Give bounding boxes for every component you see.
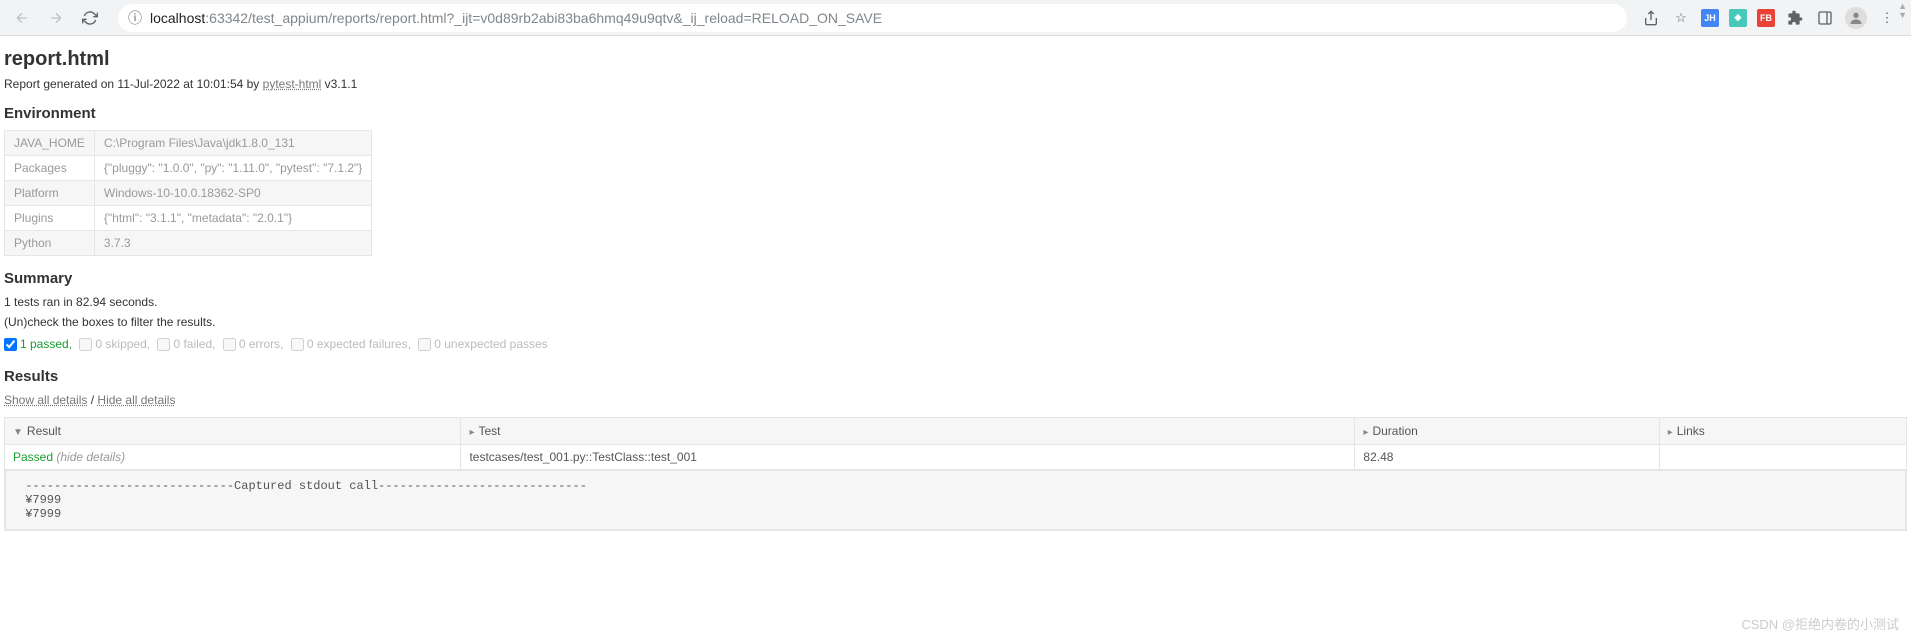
filter-failed: 0 failed, [157,337,215,351]
col-links-label: Links [1677,424,1705,438]
extensions-puzzle-icon[interactable] [1785,8,1805,28]
environment-heading: Environment [4,105,1907,122]
filter-hint: (Un)check the boxes to filter the result… [4,315,1907,329]
env-key: Python [5,231,95,256]
browser-toolbar: ⓘ localhost:63342/test_appium/reports/re… [0,0,1911,36]
result-status: Passed [13,450,53,464]
url-bar[interactable]: ⓘ localhost:63342/test_appium/reports/re… [118,4,1627,32]
env-value: {"pluggy": "1.0.0", "py": "1.11.0", "pyt… [94,156,371,181]
sort-icon: ▸ [1363,427,1368,438]
filter-passed-checkbox[interactable] [4,338,17,351]
watermark: CSDN @拒绝内卷的小测试 [1741,614,1899,633]
show-all-link[interactable]: Show all details [4,393,87,407]
filter-row: 1 passed, 0 skipped, 0 failed, 0 errors,… [4,337,1907,354]
links-cell [1659,444,1906,469]
page-title: report.html [4,48,1907,71]
hide-all-link[interactable]: Hide all details [97,393,175,407]
env-value: 3.7.3 [94,231,371,256]
hide-details-link[interactable]: (hide details) [53,450,125,464]
results-heading: Results [4,368,1907,385]
table-row: PlatformWindows-10-10.0.18362-SP0 [5,181,372,206]
generated-line: Report generated on 11-Jul-2022 at 10:01… [4,77,1907,91]
sort-icon: ▸ [469,427,474,438]
summary-heading: Summary [4,270,1907,287]
env-value: Windows-10-10.0.18362-SP0 [94,181,371,206]
col-links[interactable]: ▸ Links [1659,417,1906,444]
generator-version: v3.1.1 [321,77,357,91]
menu-dots-icon[interactable]: ⋮ [1877,8,1897,28]
env-key: JAVA_HOME [5,131,95,156]
bookmark-star-icon[interactable]: ☆ [1671,8,1691,28]
table-row: Python3.7.3 [5,231,372,256]
duration-cell: 82.48 [1355,444,1659,469]
stdout-box: -----------------------------Captured st… [5,470,1906,530]
sort-desc-icon: ▼ [13,427,23,438]
toggle-links: Show all details / Hide all details [4,393,1907,407]
extension-diamond-icon[interactable]: ◈ [1729,9,1747,27]
filter-skipped: 0 skipped, [79,337,150,351]
generator-link[interactable]: pytest-html [263,77,322,91]
filter-expected-failures-checkbox[interactable] [291,338,304,351]
filter-passed: 1 passed, [4,337,72,351]
env-value: {"html": "3.1.1", "metadata": "2.0.1"} [94,206,371,231]
environment-table: JAVA_HOMEC:\Program Files\Java\jdk1.8.0_… [4,130,372,256]
filter-expected-failures-label: 0 expected failures, [307,337,411,351]
results-table: ▼ Result ▸ Test ▸ Duration ▸ Links Passed (h… [4,417,1907,531]
toolbar-right: ☆ JH ◈ FB ⋮ [1641,7,1903,29]
test-cell: testcases/test_001.py::TestClass::test_0… [461,444,1355,469]
tests-ran-line: 1 tests ran in 82.94 seconds. [4,295,1907,309]
scrollbar-arrows[interactable]: ▲▼ [1898,2,1907,20]
table-row: JAVA_HOMEC:\Program Files\Java\jdk1.8.0_… [5,131,372,156]
page-content: report.html Report generated on 11-Jul-2… [0,36,1911,551]
extension-jh-icon[interactable]: JH [1701,9,1719,27]
col-test[interactable]: ▸ Test [461,417,1355,444]
profile-avatar-icon[interactable] [1845,7,1867,29]
filter-skipped-checkbox[interactable] [79,338,92,351]
env-value: C:\Program Files\Java\jdk1.8.0_131 [94,131,371,156]
forward-button[interactable] [42,4,70,32]
table-row: Plugins{"html": "3.1.1", "metadata": "2.… [5,206,372,231]
filter-errors-checkbox[interactable] [223,338,236,351]
filter-unexpected-passes-checkbox[interactable] [418,338,431,351]
env-key: Packages [5,156,95,181]
filter-unexpected-passes-label: 0 unexpected passes [434,337,547,351]
reload-button[interactable] [76,4,104,32]
col-duration[interactable]: ▸ Duration [1355,417,1659,444]
table-row: Passed (hide details) testcases/test_001… [5,444,1907,469]
col-duration-label: Duration [1372,424,1417,438]
filter-passed-label: 1 passed, [20,337,72,351]
col-result-label: Result [27,424,61,438]
site-info-icon[interactable]: ⓘ [128,8,142,28]
env-key: Plugins [5,206,95,231]
table-row: -----------------------------Captured st… [5,469,1907,530]
col-result[interactable]: ▼ Result [5,417,461,444]
back-button[interactable] [8,4,36,32]
stdout-cell: -----------------------------Captured st… [5,469,1907,530]
filter-errors-label: 0 errors, [239,337,284,351]
url-text: localhost:63342/test_appium/reports/repo… [150,10,882,26]
separator: / [87,393,97,407]
result-cell: Passed (hide details) [5,444,461,469]
side-panel-icon[interactable] [1815,8,1835,28]
share-icon[interactable] [1641,8,1661,28]
env-key: Platform [5,181,95,206]
sort-icon: ▸ [1668,427,1673,438]
extension-fb-icon[interactable]: FB [1757,9,1775,27]
generated-prefix: Report generated on 11-Jul-2022 at 10:01… [4,77,263,91]
col-test-label: Test [479,424,501,438]
filter-errors: 0 errors, [223,337,284,351]
filter-failed-checkbox[interactable] [157,338,170,351]
filter-skipped-label: 0 skipped, [95,337,150,351]
filter-expected-failures: 0 expected failures, [291,337,411,351]
scroll-down-icon[interactable]: ▼ [1898,11,1907,20]
table-row: Packages{"pluggy": "1.0.0", "py": "1.11.… [5,156,372,181]
filter-failed-label: 0 failed, [173,337,215,351]
filter-unexpected-passes: 0 unexpected passes [418,337,547,351]
